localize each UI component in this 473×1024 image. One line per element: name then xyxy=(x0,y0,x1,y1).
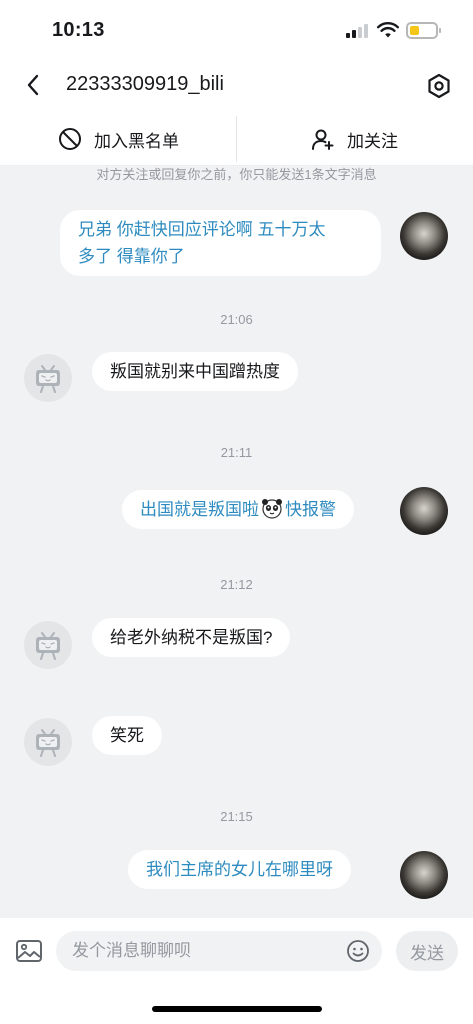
message-text: 多了 得靠你了 xyxy=(78,247,185,266)
action-bar: 加入黑名单 加关注 xyxy=(0,112,473,166)
contact-avatar[interactable] xyxy=(24,718,72,766)
send-button[interactable]: 发送 xyxy=(396,931,458,971)
message-input[interactable] xyxy=(72,931,342,971)
action-divider xyxy=(236,116,237,162)
timestamp: 21:15 xyxy=(220,809,253,824)
message-bubble-received[interactable]: 叛国就别来中国蹭热度 xyxy=(92,352,298,391)
message-bubble-sent[interactable]: 我们主席的女儿在哪里呀 xyxy=(128,850,351,889)
contact-avatar[interactable] xyxy=(24,354,72,402)
battery-icon xyxy=(406,22,441,39)
message-limit-notice: 对方关注或回复你之前，你只能发送1条文字消息 xyxy=(96,167,377,182)
settings-button[interactable] xyxy=(423,70,455,102)
input-bar: 发送 xyxy=(0,918,473,984)
message-text: 出国就是叛国啦 xyxy=(140,500,259,519)
message-bubble-sent[interactable]: 出国就是叛国啦 快报警 xyxy=(122,490,354,529)
panda-emoji-icon xyxy=(262,499,282,519)
message-text: 快报警 xyxy=(285,500,336,519)
timestamp: 21:11 xyxy=(220,445,253,460)
my-avatar[interactable] xyxy=(400,487,448,535)
home-indicator[interactable] xyxy=(152,1006,322,1012)
my-avatar[interactable] xyxy=(400,851,448,899)
back-button[interactable] xyxy=(18,70,48,100)
message-input-container xyxy=(56,931,382,971)
message-bubble-sent[interactable]: 兄弟 你赶快回应评论啊 五十万太 多了 得靠你了 xyxy=(60,210,381,276)
add-user-icon xyxy=(312,129,334,150)
message-bubble-received[interactable]: 笑死 xyxy=(92,716,162,755)
cellular-signal-icon xyxy=(346,24,370,38)
chat-area[interactable]: 对方关注或回复你之前，你只能发送1条文字消息 兄弟 你赶快回应评论啊 五十万太 … xyxy=(0,166,473,918)
tv-mascot-icon xyxy=(36,729,60,757)
emoji-icon[interactable] xyxy=(346,939,370,963)
timestamp: 21:12 xyxy=(220,577,253,592)
nav-bar: 22333309919_bili xyxy=(0,60,473,112)
tv-mascot-icon xyxy=(36,632,60,660)
battery-level xyxy=(410,26,419,35)
page-title: 22333309919_bili xyxy=(66,73,224,95)
tv-mascot-icon xyxy=(36,365,60,393)
timestamp: 21:06 xyxy=(220,312,253,327)
block-label: 加入黑名单 xyxy=(94,131,179,151)
follow-button[interactable]: 加关注 xyxy=(311,112,398,166)
block-button[interactable]: 加入黑名单 xyxy=(58,112,179,166)
follow-label: 加关注 xyxy=(347,131,398,151)
status-bar: 10:13 xyxy=(0,0,473,60)
contact-avatar[interactable] xyxy=(24,621,72,669)
image-icon[interactable] xyxy=(14,936,44,966)
block-icon xyxy=(59,128,81,150)
status-time: 10:13 xyxy=(52,19,105,41)
my-avatar[interactable] xyxy=(400,212,448,260)
message-bubble-received[interactable]: 给老外纳税不是叛国? xyxy=(92,618,291,657)
message-text: 兄弟 你赶快回应评论啊 五十万太 xyxy=(78,220,326,239)
wifi-icon xyxy=(377,22,399,38)
settings-hexagon-icon xyxy=(428,73,450,99)
chevron-left-icon xyxy=(27,74,39,96)
